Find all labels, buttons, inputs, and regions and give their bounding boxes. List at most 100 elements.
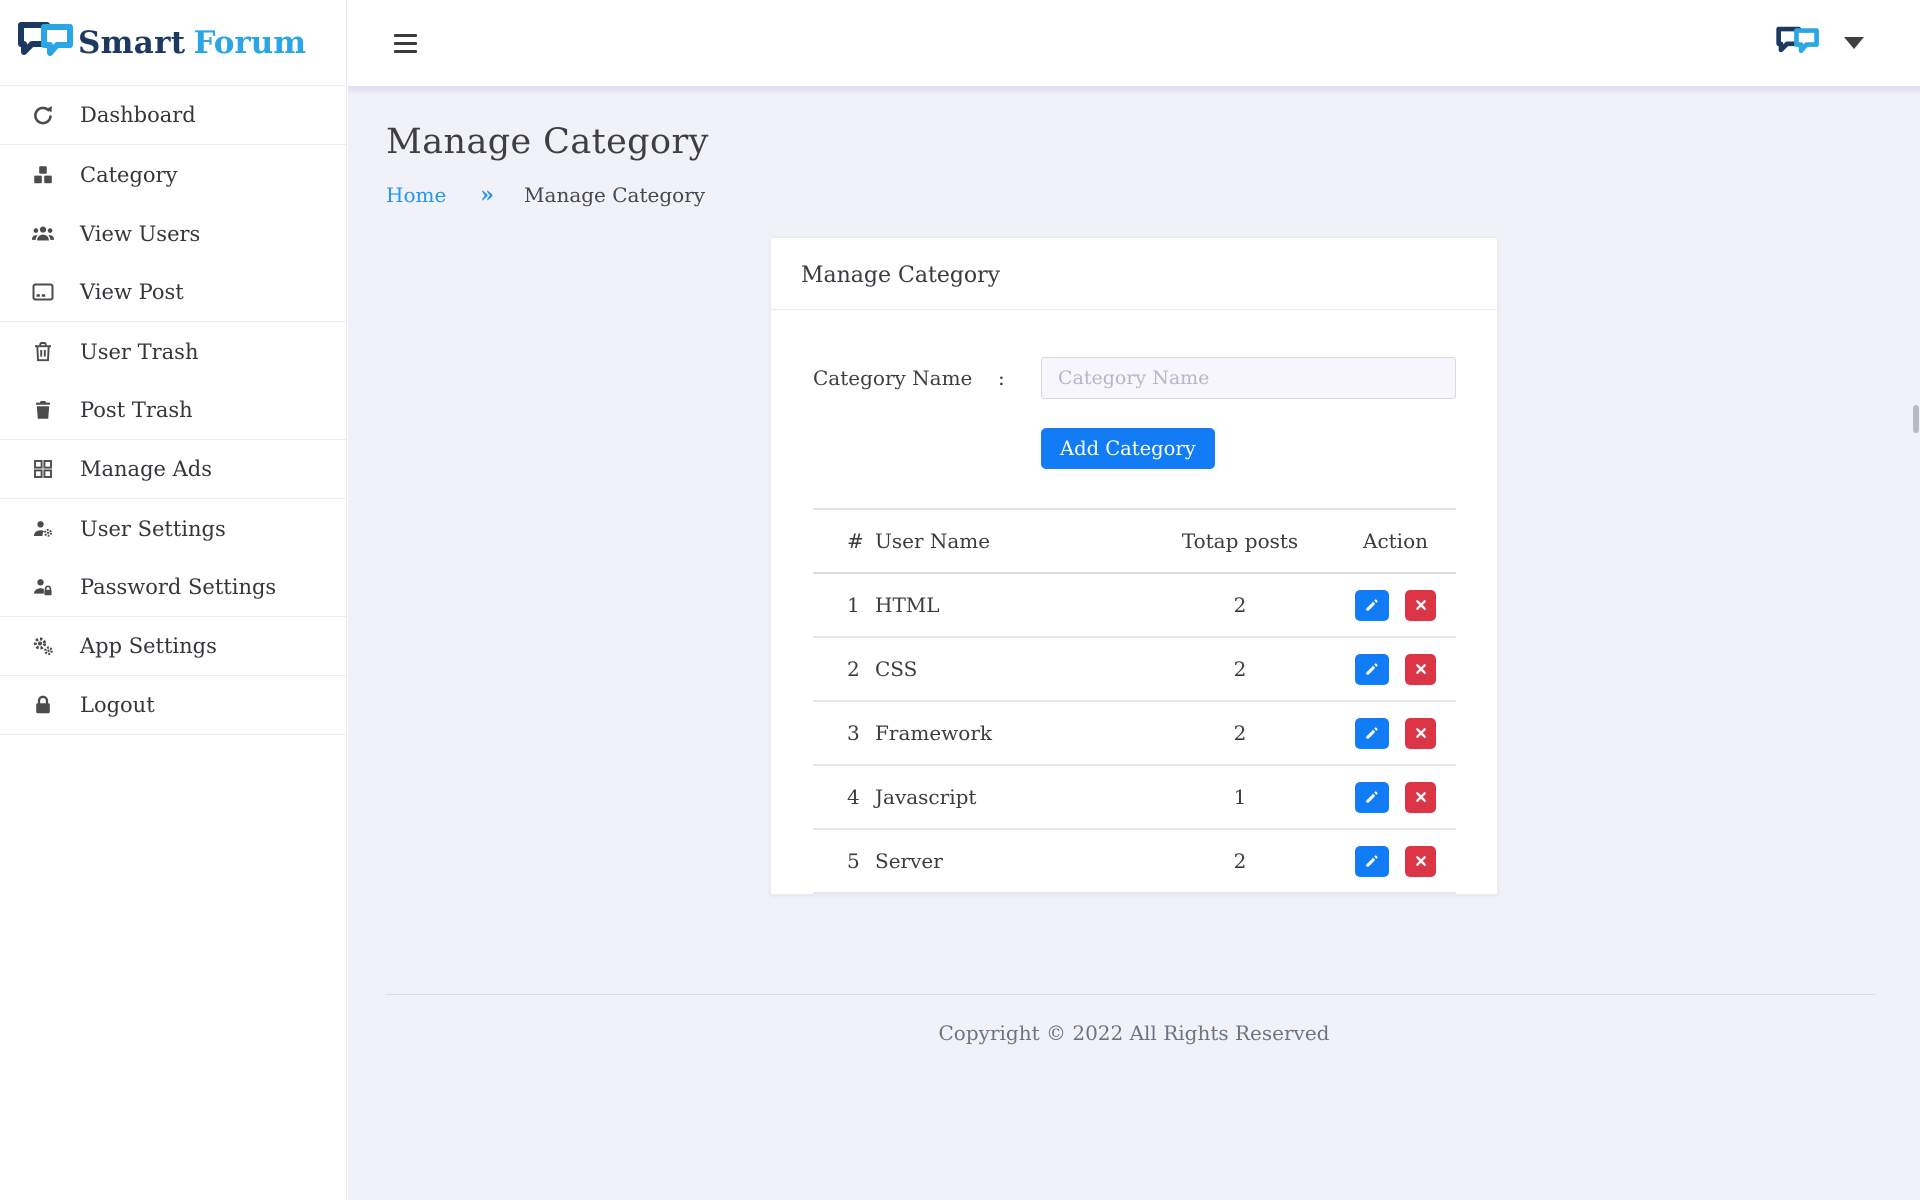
sidebar-item-label: User Settings <box>80 517 226 541</box>
users-icon <box>30 221 56 247</box>
x-icon <box>1413 853 1429 869</box>
delete-button[interactable] <box>1405 654 1436 685</box>
post-card-icon <box>30 279 56 305</box>
sidebar-item-view-users[interactable]: View Users <box>0 204 346 263</box>
cell-num: 5 <box>813 829 875 893</box>
cell-num: 1 <box>813 573 875 637</box>
table-header-row: # User Name Totap posts Action <box>813 509 1456 573</box>
sidebar-item-user-trash[interactable]: User Trash <box>0 322 346 381</box>
cell-name: Javascript <box>875 765 1145 829</box>
sidebar-item-label: User Trash <box>80 340 198 364</box>
scrollbar-thumb[interactable] <box>1913 405 1919 433</box>
brand-name-forum: Forum <box>193 25 306 61</box>
x-icon <box>1413 789 1429 805</box>
trash-solid-icon <box>30 397 56 423</box>
cubes-icon <box>30 162 56 188</box>
column-header-action: Action <box>1335 509 1456 573</box>
sidebar-item-label: Post Trash <box>80 398 193 422</box>
category-name-input[interactable] <box>1041 357 1456 399</box>
cell-action <box>1335 829 1456 893</box>
x-icon <box>1413 597 1429 613</box>
manage-category-card: Manage Category Category Name : Add Cate… <box>770 237 1498 895</box>
chat-bubbles-icon <box>14 20 78 66</box>
pencil-icon <box>1364 789 1380 805</box>
label-colon: : <box>998 366 1041 390</box>
pencil-icon <box>1364 725 1380 741</box>
breadcrumb-current: Manage Category <box>524 183 705 207</box>
delete-button[interactable] <box>1405 782 1436 813</box>
edit-button[interactable] <box>1355 654 1389 685</box>
sidebar-item-label: Logout <box>80 693 155 717</box>
cell-action <box>1335 637 1456 701</box>
sidebar-item-dashboard[interactable]: Dashboard <box>0 86 346 145</box>
sidebar-item-label: Category <box>80 163 177 187</box>
sidebar-item-app-settings[interactable]: App Settings <box>0 617 346 676</box>
table-row: 2 CSS 2 <box>813 637 1456 701</box>
sidebar-item-view-post[interactable]: View Post <box>0 263 346 322</box>
sidebar-item-label: Manage Ads <box>80 457 212 481</box>
breadcrumb-home-link[interactable]: Home <box>386 183 446 207</box>
dashboard-refresh-icon <box>30 102 56 128</box>
sidebar-item-manage-ads[interactable]: Manage Ads <box>0 440 346 499</box>
x-icon <box>1413 661 1429 677</box>
user-gear-icon <box>30 516 56 542</box>
gears-icon <box>30 633 56 659</box>
cell-posts: 2 <box>1145 573 1335 637</box>
add-category-form: Category Name : Add Category # User Name… <box>771 310 1497 894</box>
cell-num: 2 <box>813 637 875 701</box>
user-lock-icon <box>30 574 56 600</box>
pencil-icon <box>1364 853 1380 869</box>
sidebar-item-label: View Post <box>80 280 184 304</box>
sidebar-item-user-settings[interactable]: User Settings <box>0 499 346 558</box>
topbar <box>348 0 1920 86</box>
category-table: # User Name Totap posts Action 1 HTML 2 <box>813 508 1456 894</box>
delete-button[interactable] <box>1405 590 1436 621</box>
sidebar-item-logout[interactable]: Logout <box>0 676 346 735</box>
edit-button[interactable] <box>1355 846 1389 877</box>
cell-posts: 1 <box>1145 765 1335 829</box>
card-title: Manage Category <box>771 238 1497 310</box>
cell-posts: 2 <box>1145 637 1335 701</box>
breadcrumb: Home » Manage Category <box>386 182 1882 208</box>
sidebar-item-category[interactable]: Category <box>0 145 346 204</box>
table-row: 1 HTML 2 <box>813 573 1456 637</box>
column-header-num: # <box>813 509 875 573</box>
column-header-name: User Name <box>875 509 1145 573</box>
cell-posts: 2 <box>1145 701 1335 765</box>
add-category-button[interactable]: Add Category <box>1041 428 1215 469</box>
sidebar-item-password-settings[interactable]: Password Settings <box>0 558 346 617</box>
cell-num: 4 <box>813 765 875 829</box>
cell-name: Framework <box>875 701 1145 765</box>
padlock-icon <box>30 692 56 718</box>
user-menu-dropdown[interactable] <box>1774 25 1864 61</box>
sidebar-item-label: View Users <box>80 222 200 246</box>
sidebar-item-label: App Settings <box>80 634 217 658</box>
sidebar-item-label: Dashboard <box>80 103 196 127</box>
delete-button[interactable] <box>1405 846 1436 877</box>
cell-num: 3 <box>813 701 875 765</box>
cell-action <box>1335 701 1456 765</box>
edit-button[interactable] <box>1355 782 1389 813</box>
edit-button[interactable] <box>1355 590 1389 621</box>
sidebar-item-label: Password Settings <box>80 575 276 599</box>
cell-posts: 2 <box>1145 829 1335 893</box>
sidebar-nav: Dashboard Category View Users View Post … <box>0 86 346 735</box>
brand-logo[interactable]: Smart Forum <box>0 0 346 86</box>
cell-action <box>1335 765 1456 829</box>
table-row: 3 Framework 2 <box>813 701 1456 765</box>
table-row: 4 Javascript 1 <box>813 765 1456 829</box>
hamburger-icon[interactable] <box>390 30 421 57</box>
x-icon <box>1413 725 1429 741</box>
delete-button[interactable] <box>1405 718 1436 749</box>
cell-name: HTML <box>875 573 1145 637</box>
cell-name: CSS <box>875 637 1145 701</box>
trash-outline-icon <box>30 339 56 365</box>
caret-down-icon <box>1844 37 1864 49</box>
edit-button[interactable] <box>1355 718 1389 749</box>
column-header-posts: Totap posts <box>1145 509 1335 573</box>
sidebar-item-post-trash[interactable]: Post Trash <box>0 381 346 440</box>
pencil-icon <box>1364 597 1380 613</box>
page-head: Manage Category Home » Manage Category <box>348 86 1920 208</box>
table-row: 5 Server 2 <box>813 829 1456 893</box>
cell-action <box>1335 573 1456 637</box>
